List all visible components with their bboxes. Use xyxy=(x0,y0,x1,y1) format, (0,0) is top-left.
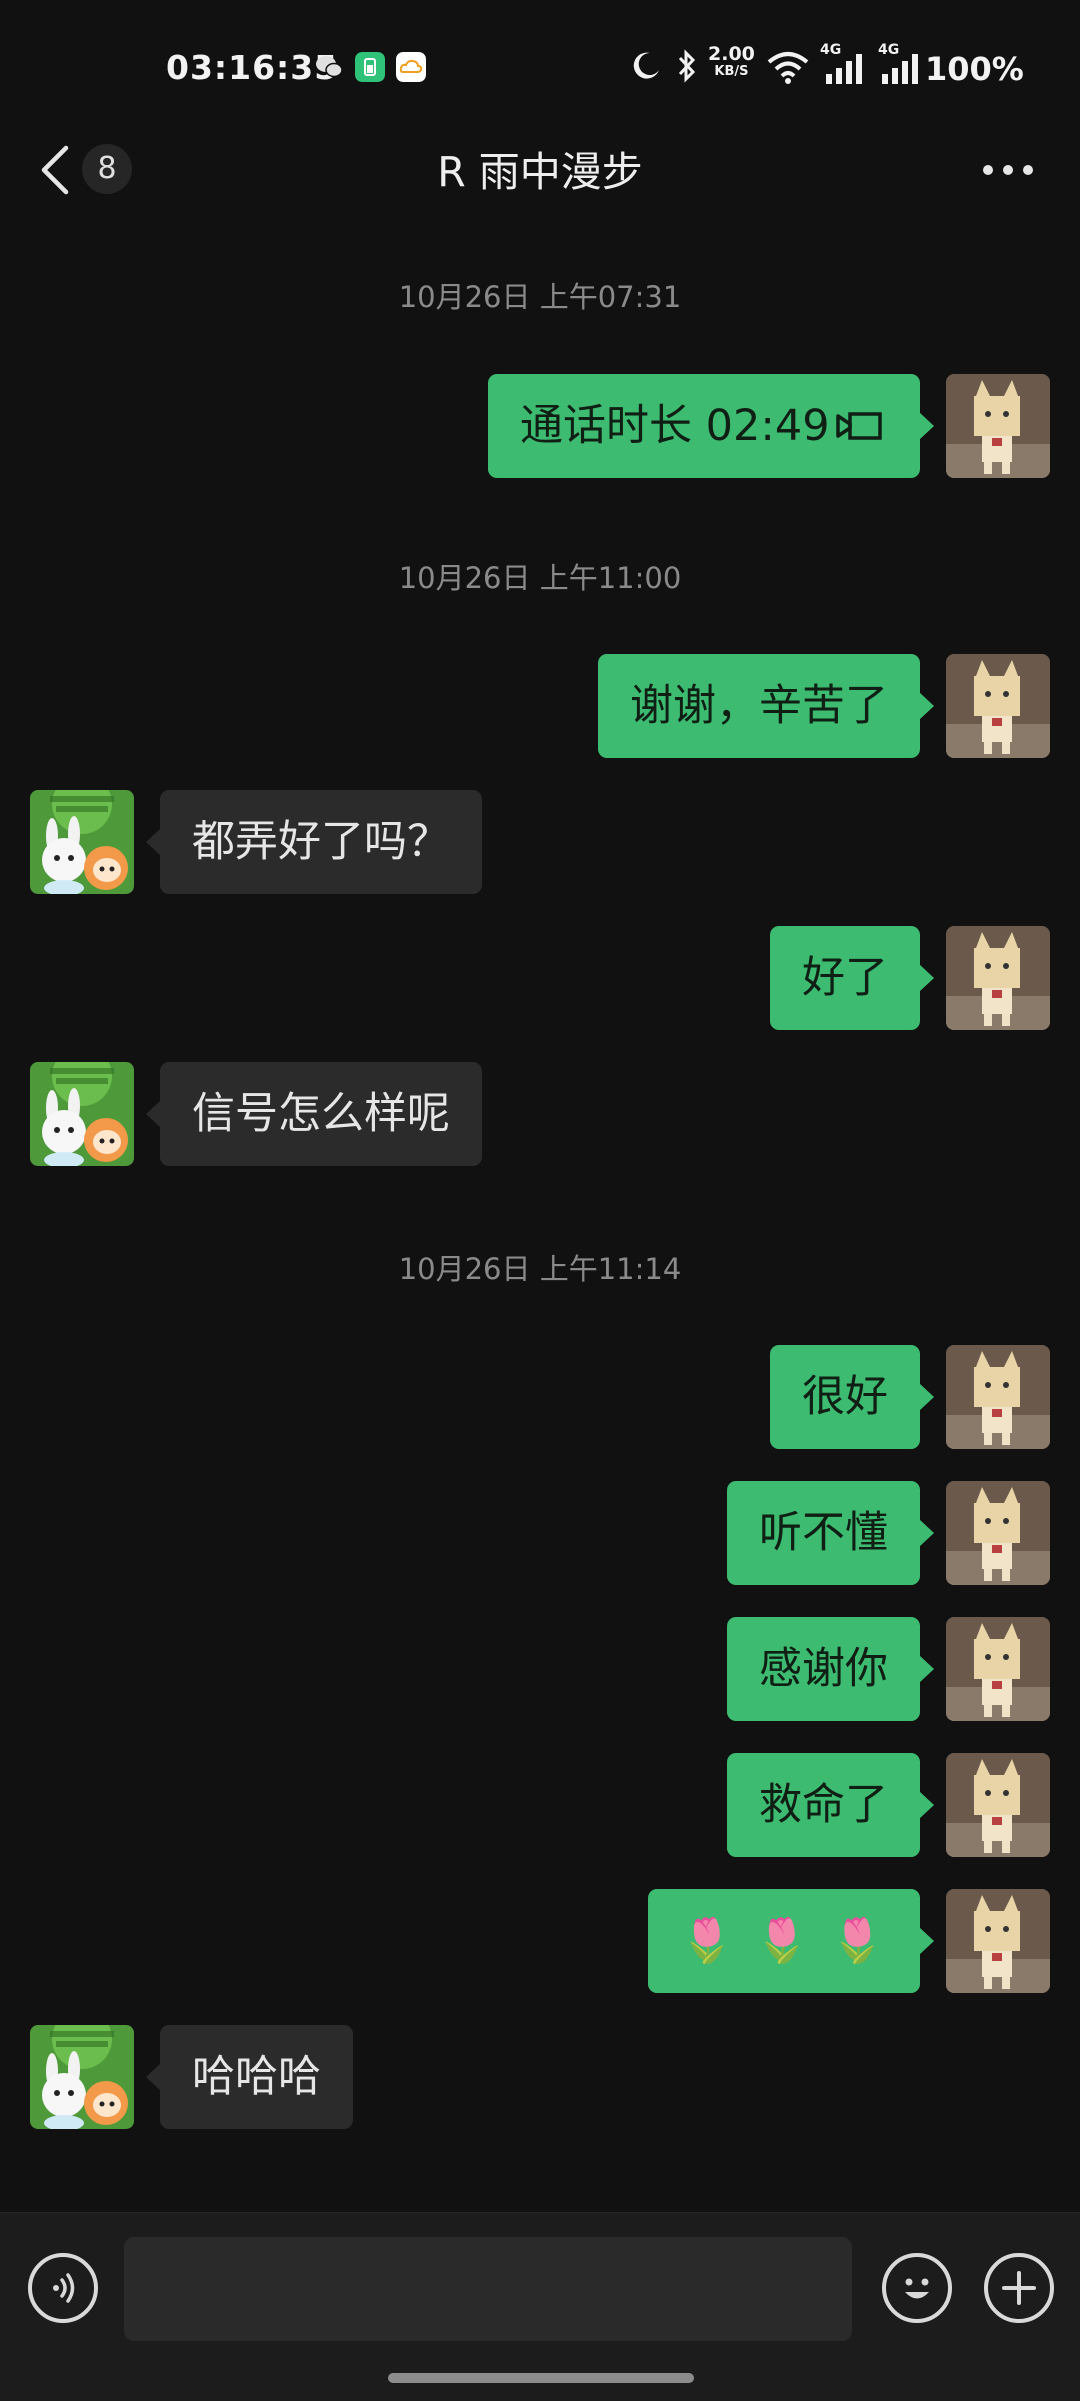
status-bar: 03:16:35 2.00 KB/S 4G 4G 100% xyxy=(0,0,1080,130)
my-avatar[interactable] xyxy=(946,1753,1050,1857)
more-dots-icon[interactable] xyxy=(980,160,1036,180)
chat-title: R 雨中漫步 xyxy=(437,148,643,196)
message-bubble[interactable]: 很好 xyxy=(770,1345,934,1449)
message-bubble[interactable]: 🌷 🌷 🌷 xyxy=(648,1889,934,1993)
message-input[interactable] xyxy=(124,2237,852,2341)
status-time: 03:16:35 xyxy=(166,48,339,87)
message-bubble[interactable]: 听不懂 xyxy=(727,1481,934,1585)
message-bubble[interactable]: 通话时长 02:49 xyxy=(488,374,934,478)
my-avatar[interactable] xyxy=(946,654,1050,758)
my-avatar[interactable] xyxy=(946,374,1050,478)
message-bubble[interactable]: 感谢你 xyxy=(727,1617,934,1721)
battery-percent: 100% xyxy=(925,50,1024,88)
my-avatar[interactable] xyxy=(946,1481,1050,1585)
my-avatar[interactable] xyxy=(946,1345,1050,1449)
video-call-icon xyxy=(836,412,882,440)
my-avatar[interactable] xyxy=(946,1889,1050,1993)
home-indicator[interactable] xyxy=(388,2373,694,2383)
contact-avatar[interactable] xyxy=(30,790,134,894)
emoji-icon[interactable] xyxy=(882,2253,952,2323)
voice-icon[interactable] xyxy=(28,2253,98,2323)
message-bubble[interactable]: 哈哈哈 xyxy=(146,2025,353,2129)
wifi-icon xyxy=(767,52,809,84)
signal-icon xyxy=(826,54,862,84)
wechat-icon xyxy=(316,56,343,78)
contact-avatar[interactable] xyxy=(30,2025,134,2129)
bluetooth-icon xyxy=(678,49,696,83)
timestamp: 10月26日 上午11:00 xyxy=(398,561,682,595)
signal-icon xyxy=(882,54,918,84)
message-bubble[interactable]: 救命了 xyxy=(727,1753,934,1857)
message-bubble[interactable]: 谢谢，辛苦了 xyxy=(598,654,934,758)
chat-header: 8 R 雨中漫步 xyxy=(0,130,1080,210)
battery-app-icon xyxy=(355,52,385,82)
my-avatar[interactable] xyxy=(946,1617,1050,1721)
timestamp: 10月26日 上午11:14 xyxy=(398,1252,682,1286)
message-bubble[interactable]: 都弄好了吗？ xyxy=(146,790,482,894)
network-speed: 2.00 KB/S xyxy=(708,43,755,80)
message-bubble[interactable]: 好了 xyxy=(770,926,934,1030)
plus-icon[interactable] xyxy=(984,2253,1054,2323)
my-avatar[interactable] xyxy=(946,926,1050,1030)
composer-bar xyxy=(0,2212,1080,2401)
contact-avatar[interactable] xyxy=(30,1062,134,1166)
timestamp: 10月26日 上午07:31 xyxy=(398,280,682,314)
cloud-app-icon xyxy=(396,52,426,82)
call-duration-text: 通话时长 02:49 xyxy=(520,401,830,451)
message-bubble[interactable]: 信号怎么样呢 xyxy=(146,1062,482,1166)
moon-icon xyxy=(633,52,659,79)
